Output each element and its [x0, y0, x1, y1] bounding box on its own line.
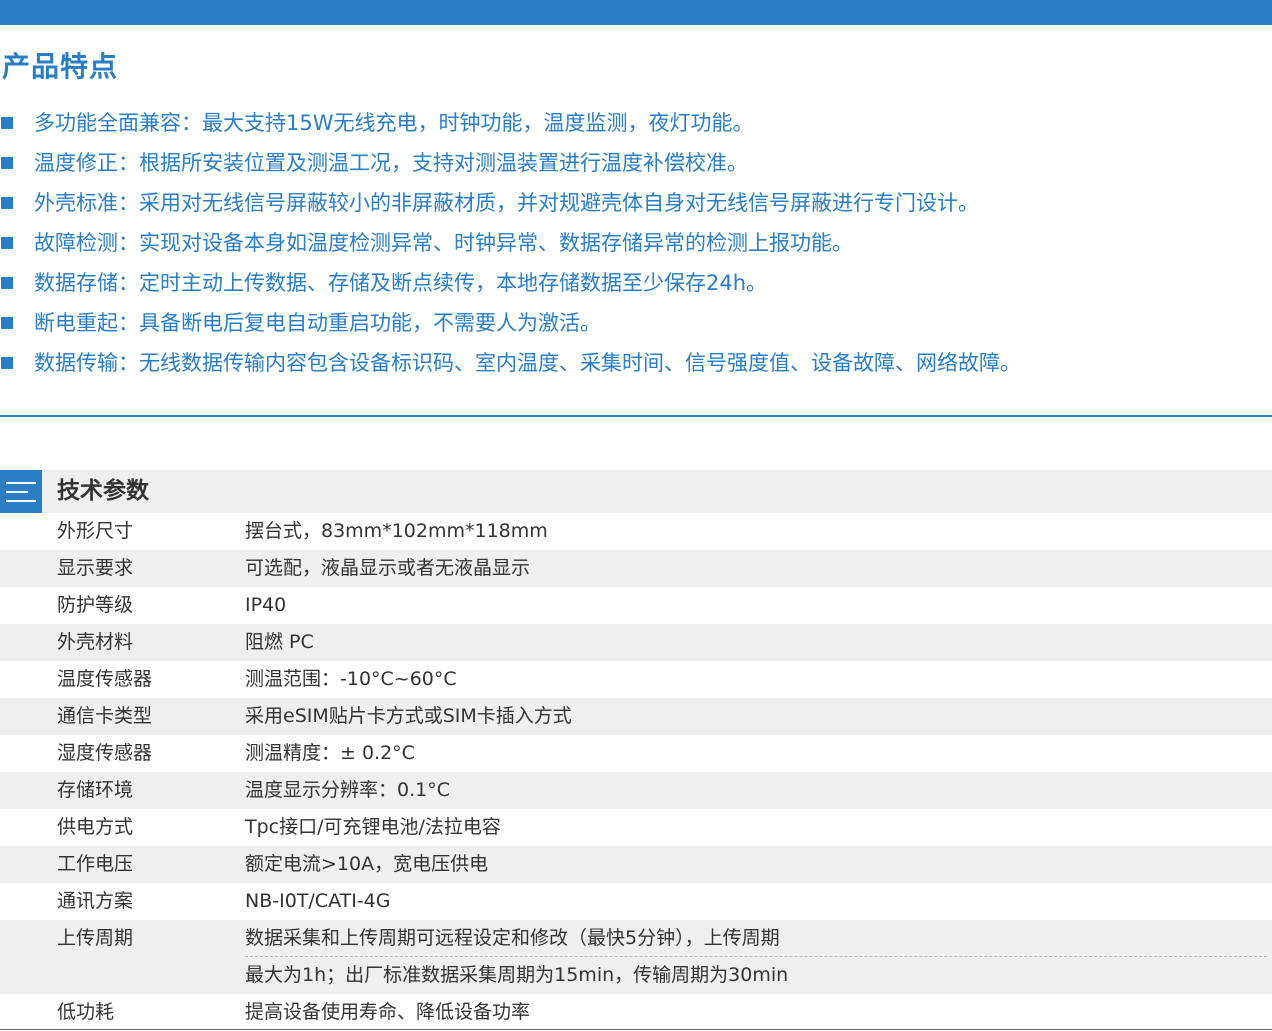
table-row: 湿度传感器 测温精度：± 0.2°C [0, 735, 1272, 772]
square-bullet-icon [1, 277, 13, 289]
square-bullet-icon [1, 157, 13, 169]
spec-label: 低功耗 [57, 1001, 115, 1023]
spec-value-continued: 最大为1h；出厂标准数据采集周期为15min，传输周期为30min [245, 964, 789, 986]
spec-label: 通信卡类型 [57, 705, 153, 727]
feature-item: 断电重起：具备断电后复电自动重启功能，不需要人为激活。 [0, 303, 1272, 343]
square-bullet-icon [1, 197, 13, 209]
spec-label: 显示要求 [57, 557, 134, 579]
table-row: 供电方式 Tpc接口/可充锂电池/法拉电容 [0, 809, 1272, 846]
feature-item: 数据存储：定时主动上传数据、存储及断点续传，本地存储数据至少保存24h。 [0, 263, 1272, 303]
table-row: 通讯方案 NB-I0T/CATI-4G [0, 883, 1272, 920]
feature-text: 故障检测：实现对设备本身如温度检测异常、时钟异常、数据存储异常的检测上报功能。 [34, 231, 853, 255]
spec-value: 阻燃 PC [245, 631, 314, 653]
spec-label: 上传周期 [57, 927, 134, 949]
spec-value: IP40 [245, 594, 287, 616]
spec-label: 防护等级 [57, 594, 134, 616]
table-row: 通信卡类型 采用eSIM贴片卡方式或SIM卡插入方式 [0, 698, 1272, 735]
features-title: 产品特点 [2, 50, 119, 83]
spec-label: 存储环境 [57, 779, 134, 801]
spec-value: NB-I0T/CATI-4G [245, 890, 391, 912]
spec-value: 额定电流>10A，宽电压供电 [245, 853, 489, 875]
table-row: 温度传感器 测温范围：-10°C~60°C [0, 661, 1272, 698]
spec-value: 测温范围：-10°C~60°C [245, 668, 457, 690]
table-row: 外形尺寸 摆台式，83mm*102mm*118mm [0, 513, 1272, 550]
spec-value: 温度显示分辨率：0.1°C [245, 779, 450, 801]
spec-label: 通讯方案 [57, 890, 134, 912]
table-row: 低功耗 提高设备使用寿命、降低设备功率 [0, 994, 1272, 1031]
spec-label: 供电方式 [57, 816, 134, 838]
spec-value: 采用eSIM贴片卡方式或SIM卡插入方式 [245, 705, 572, 727]
spec-value: 提高设备使用寿命、降低设备功率 [245, 1001, 531, 1023]
feature-item: 数据传输：无线数据传输内容包含设备标识码、室内温度、采集时间、信号强度值、设备故… [0, 343, 1272, 383]
feature-text: 断电重起：具备断电后复电自动重启功能，不需要人为激活。 [34, 311, 601, 335]
spec-title: 技术参数 [57, 478, 149, 504]
top-accent-bar [0, 0, 1272, 25]
table-row: 防护等级 IP40 [0, 587, 1272, 624]
spec-label: 温度传感器 [57, 668, 153, 690]
table-row: 上传周期 数据采集和上传周期可远程设定和修改（最快5分钟），上传周期 最大为1h… [0, 920, 1272, 994]
spec-label: 外形尺寸 [57, 520, 134, 542]
list-icon [0, 470, 42, 513]
bottom-border [0, 1029, 1272, 1030]
feature-list: 多功能全面兼容：最大支持15W无线充电，时钟功能，温度监测，夜灯功能。 温度修正… [0, 103, 1272, 383]
feature-item: 外壳标准：采用对无线信号屏蔽较小的非屏蔽材质，并对规避壳体自身对无线信号屏蔽进行… [0, 183, 1272, 223]
square-bullet-icon [1, 357, 13, 369]
spec-value: 可选配，液晶显示或者无液晶显示 [245, 557, 531, 579]
square-bullet-icon [1, 317, 13, 329]
square-bullet-icon [1, 237, 13, 249]
spec-label: 工作电压 [57, 853, 134, 875]
table-row: 工作电压 额定电流>10A，宽电压供电 [0, 846, 1272, 883]
table-row: 显示要求 可选配，液晶显示或者无液晶显示 [0, 550, 1272, 587]
spec-label: 外壳材料 [57, 631, 134, 653]
feature-item: 多功能全面兼容：最大支持15W无线充电，时钟功能，温度监测，夜灯功能。 [0, 103, 1272, 143]
spec-label: 湿度传感器 [57, 742, 153, 764]
spec-value: 摆台式，83mm*102mm*118mm [245, 520, 548, 542]
spec-value: Tpc接口/可充锂电池/法拉电容 [245, 816, 501, 838]
page: 产品特点 多功能全面兼容：最大支持15W无线充电，时钟功能，温度监测，夜灯功能。… [0, 0, 1272, 1031]
feature-text: 多功能全面兼容：最大支持15W无线充电，时钟功能，温度监测，夜灯功能。 [34, 111, 754, 135]
spec-value: 测温精度：± 0.2°C [245, 742, 415, 764]
feature-text: 数据存储：定时主动上传数据、存储及断点续传，本地存储数据至少保存24h。 [34, 271, 768, 295]
table-row: 外壳材料 阻燃 PC [0, 624, 1272, 661]
spec-header: 技术参数 [0, 470, 1272, 513]
section-divider [0, 415, 1272, 417]
table-row: 存储环境 温度显示分辨率：0.1°C [0, 772, 1272, 809]
feature-text: 外壳标准：采用对无线信号屏蔽较小的非屏蔽材质，并对规避壳体自身对无线信号屏蔽进行… [34, 191, 979, 215]
spec-value: 数据采集和上传周期可远程设定和修改（最快5分钟），上传周期 [245, 927, 780, 949]
feature-item: 温度修正：根据所安装位置及测温工况，支持对测温装置进行温度补偿校准。 [0, 143, 1272, 183]
spec-table: 外形尺寸 摆台式，83mm*102mm*118mm 显示要求 可选配，液晶显示或… [0, 513, 1272, 1031]
square-bullet-icon [1, 117, 13, 129]
feature-text: 温度修正：根据所安装位置及测温工况，支持对测温装置进行温度补偿校准。 [34, 151, 748, 175]
feature-item: 故障检测：实现对设备本身如温度检测异常、时钟异常、数据存储异常的检测上报功能。 [0, 223, 1272, 263]
feature-text: 数据传输：无线数据传输内容包含设备标识码、室内温度、采集时间、信号强度值、设备故… [34, 351, 1021, 375]
